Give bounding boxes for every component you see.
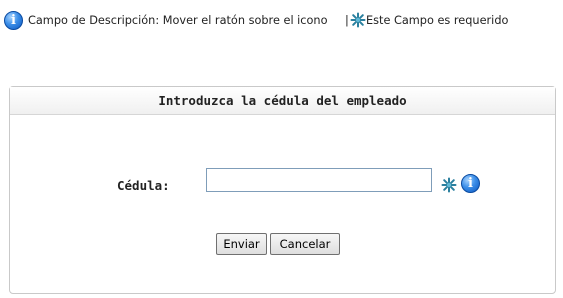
cedula-label: Cédula:: [117, 178, 170, 193]
required-legend-text: Este Campo es requerido: [366, 14, 509, 27]
asterisk-required-icon: [441, 177, 457, 193]
cedula-input[interactable]: [206, 168, 432, 192]
description-legend-text: Campo de Descripción: Mover el ratón sob…: [28, 14, 328, 27]
legend-separator: |: [345, 14, 349, 27]
asterisk-required-icon: [350, 12, 366, 28]
cedula-info-icon[interactable]: i: [461, 174, 480, 193]
cancel-button[interactable]: Cancelar: [270, 233, 340, 255]
employee-id-panel: Introduzca la cédula del empleado Cédula…: [9, 86, 556, 294]
panel-title: Introduzca la cédula del empleado: [10, 87, 555, 115]
info-icon: i: [4, 11, 23, 30]
legend-bar: i Campo de Descripción: Mover el ratón s…: [4, 11, 560, 33]
submit-button[interactable]: Enviar: [216, 233, 267, 255]
